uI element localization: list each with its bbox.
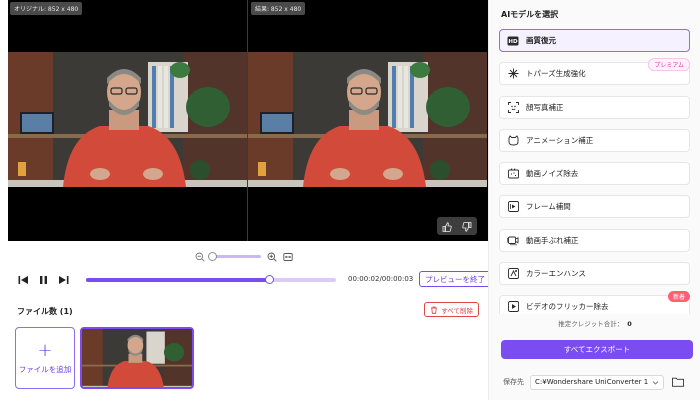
delete-all-button[interactable]: すべて削除 bbox=[424, 302, 479, 317]
ai-model-list[interactable]: HD 画質復元 トパーズ生成強化 プレミアム 顔写真補正 アニメーション補正 動… bbox=[499, 29, 691, 314]
stabilize-icon bbox=[507, 234, 519, 246]
sparkle-icon bbox=[507, 68, 519, 80]
model-label: カラーエンハンス bbox=[526, 269, 586, 279]
hd-icon: HD bbox=[507, 35, 519, 47]
model-label: 画質復元 bbox=[526, 36, 556, 45]
model-item-face[interactable]: 顔写真補正 bbox=[499, 95, 690, 119]
files-header: ファイル数 (1) すべて削除 bbox=[16, 302, 482, 318]
model-item-stabilize[interactable]: 動画手ぶれ補正 bbox=[499, 228, 690, 252]
save-location-row: 保存先 C:¥Wondershare UniConverter 1 bbox=[503, 374, 691, 390]
denoise-icon bbox=[507, 168, 519, 180]
ai-model-title: AIモデルを選択 bbox=[501, 10, 559, 19]
previous-frame-button[interactable] bbox=[16, 273, 30, 287]
premium-badge: プレミアム bbox=[648, 58, 690, 72]
result-resolution-label: 結果: 852 x 480 bbox=[251, 2, 306, 15]
model-item-topaz[interactable]: トパーズ生成強化 プレミアム bbox=[499, 58, 690, 86]
zoom-slider[interactable] bbox=[208, 252, 261, 261]
save-location-select[interactable]: C:¥Wondershare UniConverter 1 bbox=[530, 374, 664, 390]
playback-progress-handle[interactable] bbox=[264, 275, 274, 284]
model-label: ビデオのフリッカー除去 bbox=[526, 302, 609, 312]
end-preview-button[interactable]: プレビューを終了 bbox=[419, 271, 491, 287]
save-location-label: 保存先 bbox=[503, 378, 524, 386]
color-icon bbox=[507, 268, 519, 280]
ai-model-panel: AIモデルを選択 HD 画質復元 トパーズ生成強化 プレミアム 顔写真補正 アニ… bbox=[488, 0, 700, 400]
pause-button[interactable] bbox=[36, 273, 50, 287]
chevron-down-icon bbox=[652, 379, 659, 388]
model-item-color[interactable]: カラーエンハンス bbox=[499, 262, 690, 286]
model-label: フレーム補間 bbox=[526, 202, 571, 212]
model-item-frame-interp[interactable]: フレーム補間 bbox=[499, 195, 690, 219]
feedback-group bbox=[437, 217, 477, 235]
fit-screen-icon[interactable] bbox=[283, 247, 293, 266]
estimated-credits: 推定クレジット合計： 0 bbox=[489, 318, 700, 328]
file-thumbnail[interactable] bbox=[80, 327, 194, 389]
credits-label: 推定クレジット合計： bbox=[558, 320, 624, 328]
model-item-anime[interactable]: アニメーション補正 bbox=[499, 128, 690, 152]
svg-text:HD: HD bbox=[508, 39, 518, 45]
frame-icon bbox=[507, 201, 519, 213]
thumbs-up-icon[interactable] bbox=[442, 217, 452, 236]
folder-icon[interactable] bbox=[672, 376, 684, 388]
flicker-icon bbox=[507, 301, 519, 313]
result-pane: 結果: 852 x 480 bbox=[248, 0, 487, 241]
skip-back-icon bbox=[18, 276, 28, 284]
model-item-flicker[interactable]: ビデオのフリッカー除去 新着 bbox=[499, 291, 690, 314]
model-label: アニメーション補正 bbox=[526, 135, 594, 145]
thumbs-down-icon[interactable] bbox=[462, 217, 472, 236]
trash-icon bbox=[431, 306, 438, 314]
delete-all-label: すべて削除 bbox=[441, 306, 473, 315]
file-count-title: ファイル数 (1) bbox=[17, 307, 73, 316]
zoom-bar bbox=[195, 247, 293, 266]
face-icon bbox=[507, 101, 519, 113]
playback-time: 00:00:02/00:00:03 bbox=[348, 275, 414, 283]
playback-bar: 00:00:02/00:00:03 プレビューを終了 bbox=[16, 271, 491, 288]
model-item-denoise[interactable]: 動画ノイズ除去 bbox=[499, 162, 690, 186]
original-video-frame bbox=[8, 52, 247, 187]
add-file-button[interactable]: + ファイルを追加 bbox=[15, 327, 75, 389]
model-label: 動画手ぶれ補正 bbox=[526, 235, 579, 245]
skip-forward-icon bbox=[58, 276, 68, 284]
playback-progress-bar[interactable] bbox=[86, 275, 336, 284]
save-path: C:¥Wondershare UniConverter 1 bbox=[535, 378, 649, 386]
export-all-button[interactable]: すべてエクスポート bbox=[501, 340, 693, 359]
video-preview: オリジナル: 852 x 480 結果: 852 x 480 bbox=[8, 0, 488, 241]
new-badge: 新着 bbox=[667, 291, 690, 303]
plus-icon: + bbox=[37, 339, 53, 361]
zoom-in-icon[interactable] bbox=[267, 247, 277, 266]
playback-progress-fill bbox=[86, 278, 269, 282]
credits-value: 0 bbox=[627, 320, 632, 328]
pause-icon bbox=[39, 276, 47, 284]
add-file-label: ファイルを追加 bbox=[18, 364, 72, 374]
anime-icon bbox=[507, 134, 519, 146]
original-resolution-label: オリジナル: 852 x 480 bbox=[10, 2, 83, 15]
model-label: 動画ノイズ除去 bbox=[526, 169, 579, 179]
zoom-out-icon[interactable] bbox=[195, 247, 205, 266]
next-frame-button[interactable] bbox=[56, 273, 70, 287]
result-video-frame bbox=[248, 52, 487, 187]
zoom-slider-handle[interactable] bbox=[208, 252, 217, 261]
model-label: トパーズ生成強化 bbox=[526, 69, 586, 79]
original-pane: オリジナル: 852 x 480 bbox=[8, 0, 247, 241]
model-item-image-restore[interactable]: HD 画質復元 bbox=[499, 29, 690, 52]
model-label: 顔写真補正 bbox=[526, 102, 564, 112]
